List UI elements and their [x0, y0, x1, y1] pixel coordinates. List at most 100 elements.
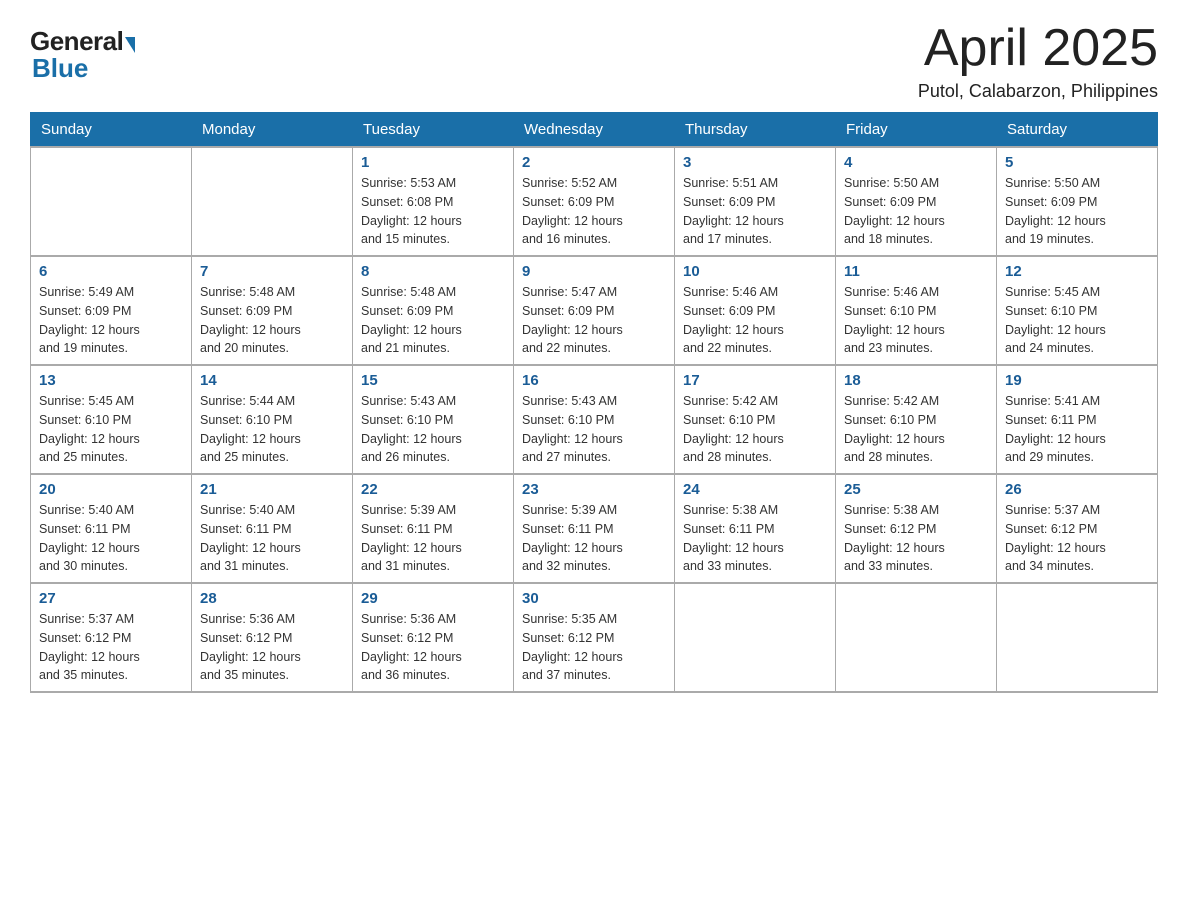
calendar-week-row: 13 Sunrise: 5:45 AMSunset: 6:10 PMDayligh…: [31, 365, 1158, 474]
calendar-cell: 12 Sunrise: 5:45 AMSunset: 6:10 PMDayligh…: [997, 256, 1158, 365]
day-info: Sunrise: 5:44 AMSunset: 6:10 PMDaylight:…: [200, 392, 344, 467]
day-info: Sunrise: 5:41 AMSunset: 6:11 PMDaylight:…: [1005, 392, 1149, 467]
day-info: Sunrise: 5:39 AMSunset: 6:11 PMDaylight:…: [361, 501, 505, 576]
calendar-cell: 16Sunrise: 5:43 AMSunset: 6:10 PMDayligh…: [514, 365, 675, 474]
calendar-cell: [836, 583, 997, 692]
calendar-cell: 25Sunrise: 5:38 AMSunset: 6:12 PMDayligh…: [836, 474, 997, 583]
day-number: 7: [200, 263, 344, 280]
calendar-cell: 21Sunrise: 5:40 AMSunset: 6:11 PMDayligh…: [192, 474, 353, 583]
calendar-week-row: 20 Sunrise: 5:40 AMSunset: 6:11 PMDayligh…: [31, 474, 1158, 583]
calendar-cell: 28Sunrise: 5:36 AMSunset: 6:12 PMDayligh…: [192, 583, 353, 692]
calendar-cell: 24 Sunrise: 5:38 AMSunset: 6:11 PMDayligh…: [675, 474, 836, 583]
day-number: 19: [1005, 372, 1149, 389]
day-number: 4: [844, 154, 988, 171]
weekday-header-saturday: Saturday: [997, 113, 1158, 148]
day-info: Sunrise: 5:48 AMSunset: 6:09 PMDaylight:…: [361, 283, 505, 358]
calendar-cell: 14 Sunrise: 5:44 AMSunset: 6:10 PMDayligh…: [192, 365, 353, 474]
day-info: Sunrise: 5:49 AMSunset: 6:09 PMDaylight:…: [39, 283, 183, 358]
day-number: 2: [522, 154, 666, 171]
day-info: Sunrise: 5:45 AMSunset: 6:10 PMDaylight:…: [39, 392, 183, 467]
day-number: 20: [39, 481, 183, 498]
calendar-cell: 23 Sunrise: 5:39 AMSunset: 6:11 PMDayligh…: [514, 474, 675, 583]
day-info: Sunrise: 5:45 AMSunset: 6:10 PMDaylight:…: [1005, 283, 1149, 358]
calendar-cell: 19 Sunrise: 5:41 AMSunset: 6:11 PMDayligh…: [997, 365, 1158, 474]
title-block: April 2025 Putol, Calabarzon, Philippine…: [918, 20, 1158, 102]
day-number: 25: [844, 481, 988, 498]
day-number: 26: [1005, 481, 1149, 498]
day-info: Sunrise: 5:50 AMSunset: 6:09 PMDaylight:…: [1005, 174, 1149, 249]
calendar-cell: 2 Sunrise: 5:52 AMSunset: 6:09 PMDaylight…: [514, 147, 675, 256]
day-info: Sunrise: 5:52 AMSunset: 6:09 PMDaylight:…: [522, 174, 666, 249]
day-number: 3: [683, 154, 827, 171]
calendar-cell: 11Sunrise: 5:46 AMSunset: 6:10 PMDayligh…: [836, 256, 997, 365]
calendar-cell: 10 Sunrise: 5:46 AMSunset: 6:09 PMDayligh…: [675, 256, 836, 365]
day-info: Sunrise: 5:43 AMSunset: 6:10 PMDaylight:…: [522, 392, 666, 467]
day-number: 8: [361, 263, 505, 280]
calendar-cell: 9Sunrise: 5:47 AMSunset: 6:09 PMDaylight…: [514, 256, 675, 365]
day-info: Sunrise: 5:46 AMSunset: 6:09 PMDaylight:…: [683, 283, 827, 358]
day-info: Sunrise: 5:39 AMSunset: 6:11 PMDaylight:…: [522, 501, 666, 576]
day-number: 14: [200, 372, 344, 389]
calendar-cell: 4 Sunrise: 5:50 AMSunset: 6:09 PMDaylight…: [836, 147, 997, 256]
day-info: Sunrise: 5:43 AMSunset: 6:10 PMDaylight:…: [361, 392, 505, 467]
day-info: Sunrise: 5:50 AMSunset: 6:09 PMDaylight:…: [844, 174, 988, 249]
calendar-cell: 26 Sunrise: 5:37 AMSunset: 6:12 PMDayligh…: [997, 474, 1158, 583]
day-info: Sunrise: 5:40 AMSunset: 6:11 PMDaylight:…: [39, 501, 183, 576]
calendar-cell: 7 Sunrise: 5:48 AMSunset: 6:09 PMDaylight…: [192, 256, 353, 365]
day-number: 29: [361, 590, 505, 607]
location-title: Putol, Calabarzon, Philippines: [918, 81, 1158, 102]
weekday-header-friday: Friday: [836, 113, 997, 148]
calendar-cell: 27 Sunrise: 5:37 AMSunset: 6:12 PMDayligh…: [31, 583, 192, 692]
day-info: Sunrise: 5:42 AMSunset: 6:10 PMDaylight:…: [844, 392, 988, 467]
calendar-cell: 13 Sunrise: 5:45 AMSunset: 6:10 PMDayligh…: [31, 365, 192, 474]
calendar-cell: 15 Sunrise: 5:43 AMSunset: 6:10 PMDayligh…: [353, 365, 514, 474]
day-info: Sunrise: 5:35 AMSunset: 6:12 PMDaylight:…: [522, 610, 666, 685]
day-info: Sunrise: 5:48 AMSunset: 6:09 PMDaylight:…: [200, 283, 344, 358]
day-number: 10: [683, 263, 827, 280]
logo: General Blue: [30, 26, 135, 84]
day-info: Sunrise: 5:40 AMSunset: 6:11 PMDaylight:…: [200, 501, 344, 576]
calendar-cell: [192, 147, 353, 256]
calendar-cell: 8 Sunrise: 5:48 AMSunset: 6:09 PMDaylight…: [353, 256, 514, 365]
calendar-cell: [31, 147, 192, 256]
day-number: 27: [39, 590, 183, 607]
weekday-header-sunday: Sunday: [31, 113, 192, 148]
day-info: Sunrise: 5:38 AMSunset: 6:11 PMDaylight:…: [683, 501, 827, 576]
day-number: 13: [39, 372, 183, 389]
month-title: April 2025: [918, 20, 1158, 77]
weekday-header-tuesday: Tuesday: [353, 113, 514, 148]
day-number: 23: [522, 481, 666, 498]
calendar-cell: 18 Sunrise: 5:42 AMSunset: 6:10 PMDayligh…: [836, 365, 997, 474]
calendar-week-row: 27 Sunrise: 5:37 AMSunset: 6:12 PMDayligh…: [31, 583, 1158, 692]
calendar-cell: 17 Sunrise: 5:42 AMSunset: 6:10 PMDayligh…: [675, 365, 836, 474]
day-info: Sunrise: 5:51 AMSunset: 6:09 PMDaylight:…: [683, 174, 827, 249]
weekday-header-row: SundayMondayTuesdayWednesdayThursdayFrid…: [31, 113, 1158, 148]
day-number: 6: [39, 263, 183, 280]
day-number: 17: [683, 372, 827, 389]
page-header: General Blue April 2025 Putol, Calabarzo…: [30, 20, 1158, 102]
day-number: 30: [522, 590, 666, 607]
calendar-cell: 1 Sunrise: 5:53 AMSunset: 6:08 PMDaylight…: [353, 147, 514, 256]
calendar-week-row: 1 Sunrise: 5:53 AMSunset: 6:08 PMDaylight…: [31, 147, 1158, 256]
calendar-cell: [675, 583, 836, 692]
day-number: 18: [844, 372, 988, 389]
day-info: Sunrise: 5:37 AMSunset: 6:12 PMDaylight:…: [1005, 501, 1149, 576]
day-number: 15: [361, 372, 505, 389]
calendar-cell: 3 Sunrise: 5:51 AMSunset: 6:09 PMDaylight…: [675, 147, 836, 256]
day-info: Sunrise: 5:37 AMSunset: 6:12 PMDaylight:…: [39, 610, 183, 685]
calendar-cell: [997, 583, 1158, 692]
weekday-header-thursday: Thursday: [675, 113, 836, 148]
calendar-week-row: 6 Sunrise: 5:49 AMSunset: 6:09 PMDaylight…: [31, 256, 1158, 365]
day-number: 12: [1005, 263, 1149, 280]
day-number: 28: [200, 590, 344, 607]
calendar-cell: 20 Sunrise: 5:40 AMSunset: 6:11 PMDayligh…: [31, 474, 192, 583]
day-info: Sunrise: 5:53 AMSunset: 6:08 PMDaylight:…: [361, 174, 505, 249]
day-info: Sunrise: 5:42 AMSunset: 6:10 PMDaylight:…: [683, 392, 827, 467]
calendar-cell: 22 Sunrise: 5:39 AMSunset: 6:11 PMDayligh…: [353, 474, 514, 583]
day-number: 24: [683, 481, 827, 498]
day-number: 22: [361, 481, 505, 498]
calendar-table: SundayMondayTuesdayWednesdayThursdayFrid…: [30, 112, 1158, 693]
day-info: Sunrise: 5:46 AMSunset: 6:10 PMDaylight:…: [844, 283, 988, 358]
calendar-cell: 29Sunrise: 5:36 AMSunset: 6:12 PMDayligh…: [353, 583, 514, 692]
day-number: 1: [361, 154, 505, 171]
